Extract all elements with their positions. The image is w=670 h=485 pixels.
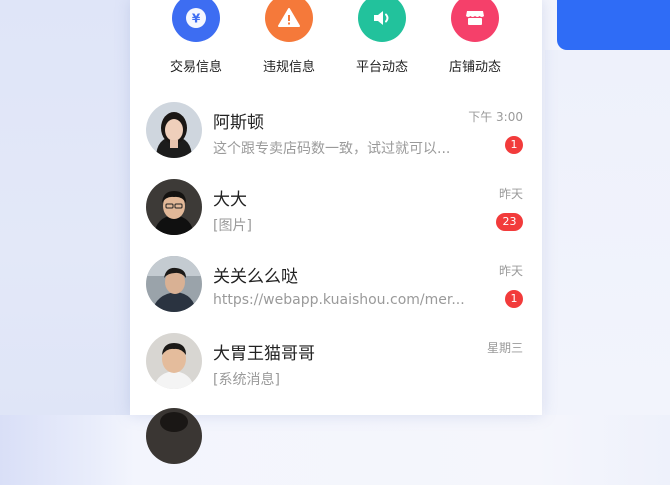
action-label: 违规信息	[262, 60, 315, 75]
action-store-news[interactable]: 店铺动态	[435, 0, 515, 80]
message-time: 昨天	[498, 187, 523, 201]
chat-item[interactable]	[130, 408, 542, 485]
background-left	[0, 0, 130, 415]
store-icon	[451, 0, 499, 42]
warning-icon	[265, 0, 313, 42]
message-center-screen: ¥ 交易信息 违规信息 平台动态 店铺动态 阿斯顿 这个跟专卖店码数一致，试过就…	[130, 0, 542, 464]
chat-item[interactable]: 关关么么哒 https://webapp.kuaishou.com/mer...…	[130, 256, 542, 333]
message-preview: https://webapp.kuaishou.com/mer...	[213, 292, 465, 308]
speaker-icon	[358, 0, 406, 42]
contact-name: 大大	[213, 190, 247, 210]
action-label: 店铺动态	[448, 60, 501, 75]
message-time: 下午 3:00	[468, 110, 523, 124]
unread-badge: 1	[505, 290, 523, 308]
message-time: 昨天	[498, 264, 523, 278]
chat-item[interactable]: 大大 [图片] 昨天 23	[130, 179, 542, 256]
contact-name: 大胃王猫哥哥	[213, 344, 315, 364]
avatar	[146, 333, 202, 389]
chat-item[interactable]: 大胃王猫哥哥 [系统消息] 星期三	[130, 333, 542, 410]
message-preview: 这个跟专卖店码数一致，试过就可以...	[213, 141, 451, 157]
message-preview: [图片]	[213, 218, 252, 234]
action-violation-info[interactable]: 违规信息	[249, 0, 329, 80]
background-right	[545, 50, 670, 415]
contact-name: 阿斯顿	[213, 113, 264, 133]
svg-text:¥: ¥	[192, 12, 201, 26]
action-trade-info[interactable]: ¥ 交易信息	[156, 0, 236, 80]
contact-name: 关关么么哒	[213, 267, 298, 287]
background-accent-card	[557, 0, 670, 50]
avatar	[146, 256, 202, 312]
action-platform-news[interactable]: 平台动态	[342, 0, 422, 80]
message-preview: [系统消息]	[213, 372, 280, 388]
message-time: 星期三	[486, 341, 523, 355]
avatar	[146, 102, 202, 158]
quick-actions: ¥ 交易信息 违规信息 平台动态 店铺动态	[130, 0, 542, 85]
chat-item[interactable]: 阿斯顿 这个跟专卖店码数一致，试过就可以... 下午 3:00 1	[130, 102, 542, 179]
unread-badge: 23	[496, 213, 523, 231]
yuan-icon: ¥	[172, 0, 220, 42]
avatar	[146, 179, 202, 235]
avatar	[146, 408, 202, 464]
action-label: 平台动态	[355, 60, 408, 75]
action-label: 交易信息	[169, 60, 222, 75]
unread-badge: 1	[505, 136, 523, 154]
